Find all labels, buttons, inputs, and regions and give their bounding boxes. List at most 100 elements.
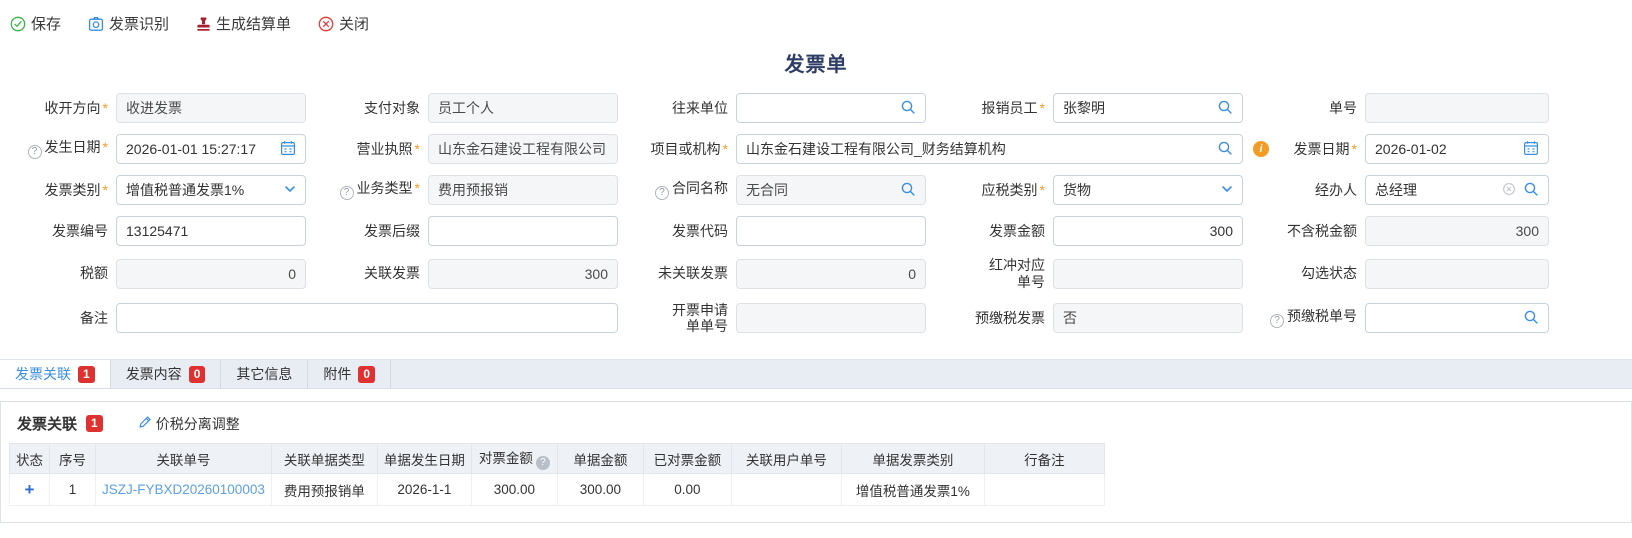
price-tax-separation-link[interactable]: 价税分离调整: [138, 414, 240, 434]
check-circle-icon: [10, 16, 26, 32]
field-label-prepaid-tax-invoice: 预缴税发票: [926, 310, 1053, 327]
project-org-field[interactable]: 山东金石建设工程有限公司_财务结算机构: [736, 134, 1243, 164]
tab-invoice-content[interactable]: 发票内容 0: [111, 360, 222, 388]
col-matched-amount: 对票金额?: [471, 444, 557, 474]
invoice-recognition-button[interactable]: 发票识别: [88, 13, 169, 34]
detail-tabbar: 发票关联 1 发票内容 0 其它信息 附件 0: [0, 359, 1632, 389]
close-circle-icon: [318, 16, 334, 32]
field-label-red-reversal-no: 红冲对应单号: [926, 257, 1053, 291]
col-doc-date: 单据发生日期: [377, 444, 471, 474]
tab-attachment[interactable]: 附件 0: [308, 360, 391, 388]
calendar-icon[interactable]: [1523, 140, 1539, 159]
check-status-field: [1365, 259, 1549, 289]
invoice-recognition-label: 发票识别: [109, 13, 169, 34]
field-label-invoice-no: 发票编号: [6, 223, 116, 240]
tab-other-info[interactable]: 其它信息: [221, 360, 308, 388]
search-icon[interactable]: [900, 99, 916, 118]
business-type-field: 费用预报销: [428, 175, 618, 205]
field-label-unlinked-invoice: 未关联发票: [618, 265, 736, 282]
search-icon[interactable]: [1523, 181, 1539, 200]
field-label-contract-name: ?合同名称: [618, 180, 736, 200]
field-label-tax-amount: 税额: [6, 265, 116, 282]
help-icon: ?: [28, 145, 42, 159]
invoice-relation-panel: 发票关联 1 价税分离调整 状态 序号 关联单号 关联单据类型 单据发生日期 对…: [0, 401, 1632, 523]
invoice-amount-field[interactable]: 300: [1053, 216, 1243, 246]
row-seq-cell: 1: [50, 474, 96, 506]
generate-settlement-button[interactable]: 生成结算单: [196, 13, 291, 34]
field-label-tax-category: 应税类别*: [926, 182, 1053, 199]
prepaid-tax-no-field[interactable]: [1365, 303, 1549, 333]
field-label-invoice-code: 发票代码: [618, 223, 736, 240]
tax-category-select[interactable]: 货物: [1053, 175, 1243, 205]
expand-plus-icon[interactable]: +: [25, 480, 35, 499]
invoice-date-field[interactable]: 2026-01-02: [1365, 134, 1549, 164]
close-button[interactable]: 关闭: [318, 13, 369, 34]
pay-target-field: 员工个人: [428, 93, 618, 123]
field-label-invoice-category: 发票类别*: [6, 182, 116, 199]
page-title: 发票单: [0, 48, 1632, 77]
col-doc-type: 关联单据类型: [271, 444, 377, 474]
amount-ex-tax-field: 300: [1365, 216, 1549, 246]
clear-icon[interactable]: [1502, 182, 1516, 199]
invoice-category-select[interactable]: 增值税普通发票1%: [116, 175, 306, 205]
invoice-form: 收开方向* 收进发票 支付对象 员工个人 往来单位 报销员工* 张黎明 单号 ?…: [6, 93, 1632, 335]
panel-badge: 1: [86, 415, 103, 432]
row-billed-amount-cell: 0.00: [643, 474, 731, 506]
field-label-amount-ex-tax: 不含税金额: [1243, 223, 1365, 240]
help-icon: ?: [655, 186, 669, 200]
stamp-icon: [196, 16, 211, 32]
toolbar: 保存 发票识别 生成结算单 关闭: [0, 0, 1632, 40]
chevron-down-icon[interactable]: [1221, 182, 1233, 198]
tab-invoice-relation[interactable]: 发票关联 1: [0, 360, 111, 388]
field-label-invoice-amount: 发票金额: [926, 223, 1053, 240]
camera-icon: [88, 16, 104, 32]
tab-badge: 0: [189, 366, 206, 383]
panel-title: 发票关联: [17, 413, 77, 434]
row-doc-no-link[interactable]: JSZJ-FYBXD20260100003: [96, 474, 272, 506]
field-label-prepaid-tax-no: ?预缴税单号: [1243, 308, 1365, 328]
table-header-row: 状态 序号 关联单号 关联单据类型 单据发生日期 对票金额? 单据金额 已对票金…: [10, 444, 1105, 474]
col-user-doc-no: 关联用户单号: [731, 444, 841, 474]
calendar-icon[interactable]: [280, 140, 296, 159]
counterparty-field[interactable]: [736, 93, 926, 123]
row-user-doc-no-cell: [731, 474, 841, 506]
invoice-code-field[interactable]: [736, 216, 926, 246]
generate-settlement-label: 生成结算单: [216, 13, 291, 34]
search-icon[interactable]: [1217, 99, 1233, 118]
contract-name-field: 无合同: [736, 175, 926, 205]
row-doc-date-cell: 2026-1-1: [377, 474, 471, 506]
unlinked-invoice-field: 0: [736, 259, 926, 289]
field-label-reimburse-employee: 报销员工*: [926, 100, 1053, 117]
field-label-invoice-suffix: 发票后缀: [306, 223, 428, 240]
occur-date-field[interactable]: 2026-01-01 15:27:17: [116, 134, 306, 164]
panel-header: 发票关联 1 价税分离调整: [1, 402, 1631, 443]
field-label-linked-invoice: 关联发票: [306, 265, 428, 282]
search-icon[interactable]: [1217, 140, 1233, 159]
red-reversal-no-field: [1053, 259, 1243, 289]
handler-field[interactable]: 总经理: [1365, 175, 1549, 205]
col-doc-amount: 单据金额: [557, 444, 643, 474]
edit-pen-icon: [138, 415, 152, 432]
row-status-cell: +: [10, 474, 50, 506]
invoice-no-field[interactable]: 13125471: [116, 216, 306, 246]
tax-amount-field: 0: [116, 259, 306, 289]
billing-request-no-field: [736, 303, 926, 333]
field-label-handler: 经办人: [1243, 182, 1365, 199]
invoice-suffix-field[interactable]: [428, 216, 618, 246]
search-icon[interactable]: [1523, 309, 1539, 328]
col-seq: 序号: [50, 444, 96, 474]
save-button[interactable]: 保存: [10, 13, 61, 34]
row-matched-amount-cell: 300.00: [471, 474, 557, 506]
tab-badge: 1: [78, 366, 95, 383]
field-label-business-type: ?业务类型*: [306, 180, 428, 200]
field-label-check-status: 勾选状态: [1243, 265, 1365, 282]
tab-badge: 0: [358, 366, 375, 383]
chevron-down-icon[interactable]: [284, 182, 296, 198]
search-icon[interactable]: [900, 181, 916, 200]
reimburse-employee-field[interactable]: 张黎明: [1053, 93, 1243, 123]
field-label-direction: 收开方向*: [6, 100, 116, 117]
doc-number-field: [1365, 93, 1549, 123]
remark-field[interactable]: [116, 303, 618, 333]
close-label: 关闭: [339, 13, 369, 34]
help-icon: ?: [1270, 314, 1284, 328]
